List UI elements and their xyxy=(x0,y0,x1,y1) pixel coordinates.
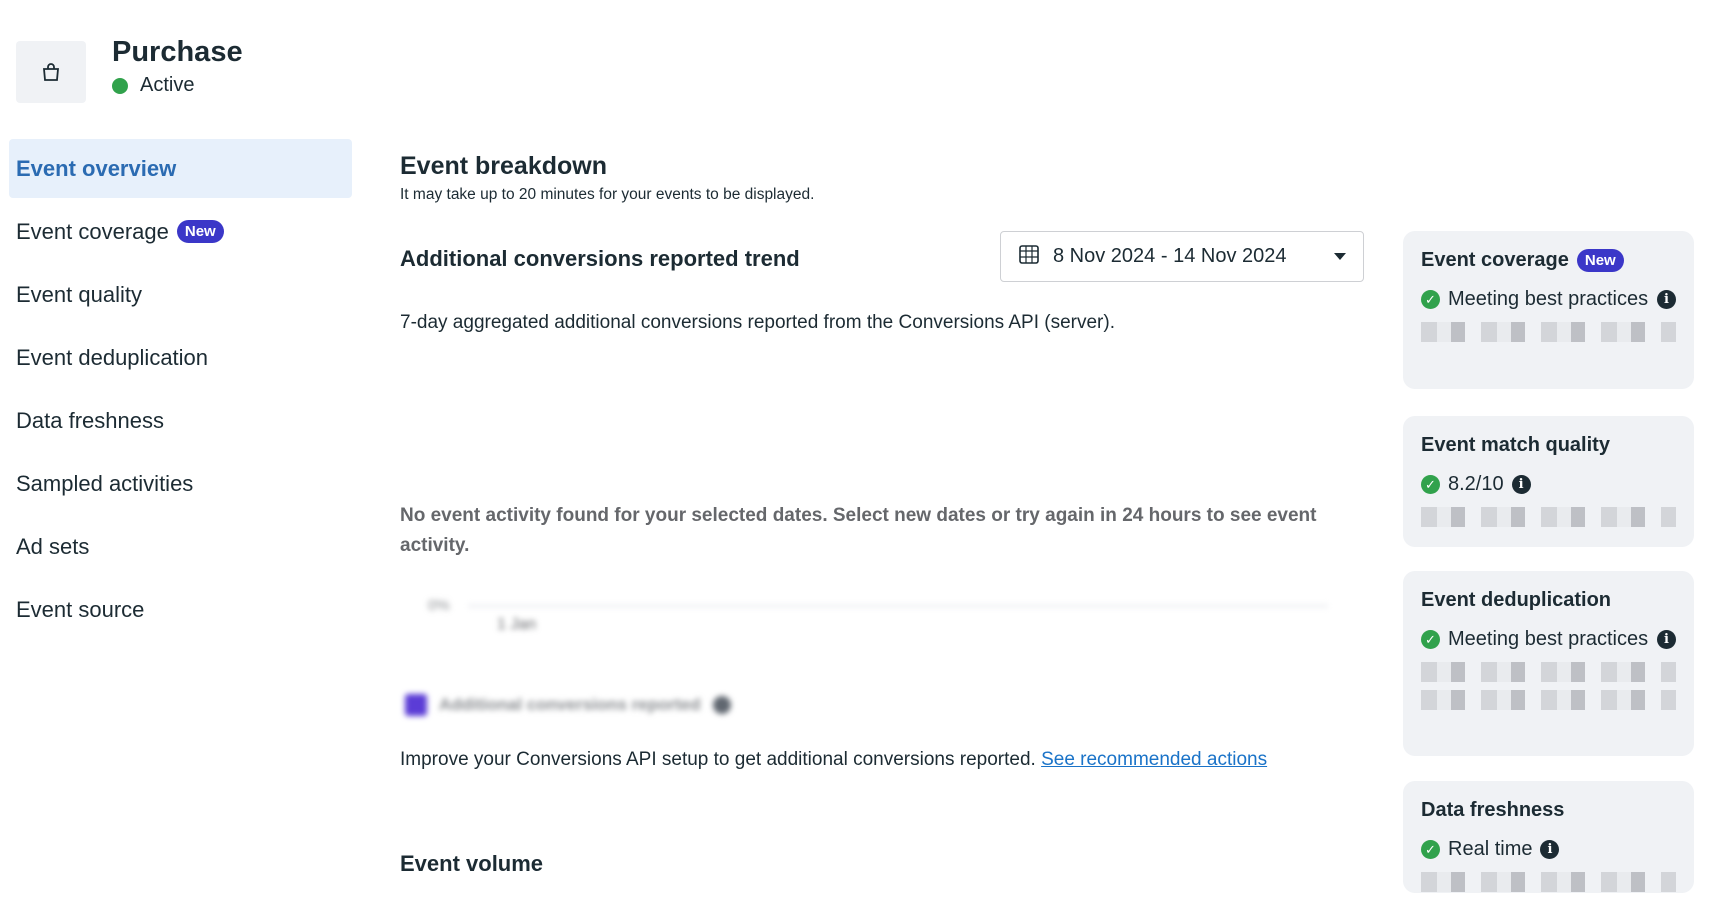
chart-legend: Additional conversions reported xyxy=(405,694,731,716)
check-circle-icon: ✓ xyxy=(1421,475,1440,494)
active-status-dot xyxy=(112,77,128,94)
trend-description: 7-day aggregated additional conversions … xyxy=(400,312,1115,333)
card-title-text: Event match quality xyxy=(1421,434,1610,456)
sidebar-item-event-coverage[interactable]: Event coverage New xyxy=(9,202,352,261)
card-event-coverage[interactable]: Event coverage New ✓ Meeting best practic… xyxy=(1403,231,1694,389)
card-status: 8.2/10 xyxy=(1448,473,1504,495)
card-status-row: ✓ 8.2/10 i xyxy=(1421,469,1676,499)
sidebar-item-label: Event deduplication xyxy=(16,344,209,370)
card-title-text: Event coverage xyxy=(1421,249,1569,271)
status-label: Active xyxy=(140,74,195,96)
check-circle-icon: ✓ xyxy=(1421,290,1440,309)
new-badge: New xyxy=(1576,249,1624,272)
sidebar-item-sampled-activities[interactable]: Sampled activities xyxy=(9,454,352,513)
date-range-picker[interactable]: 8 Nov 2024 - 14 Nov 2024 xyxy=(1000,231,1364,282)
card-event-deduplication[interactable]: Event deduplication ✓ Meeting best pract… xyxy=(1403,571,1694,756)
card-status-row: ✓ Meeting best practices i xyxy=(1421,284,1676,314)
card-status-row: ✓ Real time i xyxy=(1421,834,1676,864)
status-indicator: Active xyxy=(112,74,194,97)
card-status-row: ✓ Meeting best practices i xyxy=(1421,624,1676,654)
redacted-detail xyxy=(1421,662,1676,682)
improve-message: Improve your Conversions API setup to ge… xyxy=(400,745,1330,775)
card-status: Real time xyxy=(1448,838,1533,860)
sidebar-item-event-source[interactable]: Event source xyxy=(9,580,352,639)
sidebar-item-label: Event overview xyxy=(16,155,177,181)
empty-state-message: No event activity found for your selecte… xyxy=(400,505,1317,556)
sidebar-item-event-quality[interactable]: Event quality xyxy=(9,265,352,324)
redacted-detail xyxy=(1421,690,1676,710)
event-title: Purchase xyxy=(112,36,243,68)
card-title: Event deduplication xyxy=(1421,589,1676,612)
card-title: Event match quality xyxy=(1421,434,1676,457)
sidebar-item-data-freshness[interactable]: Data freshness xyxy=(9,391,352,450)
section-title: Event breakdown xyxy=(400,152,607,180)
info-icon xyxy=(712,696,731,714)
shopping-bag-icon xyxy=(16,41,86,103)
card-title: Data freshness xyxy=(1421,799,1676,822)
sidebar-item-label: Event quality xyxy=(16,281,142,307)
info-icon[interactable]: i xyxy=(1540,840,1560,859)
sidebar-item-event-overview[interactable]: Event overview xyxy=(9,139,352,198)
card-title: Event coverage New xyxy=(1421,249,1676,272)
event-volume-title: Event volume xyxy=(400,851,544,876)
trend-title: Additional conversions reported trend xyxy=(400,246,800,271)
card-title-text: Event deduplication xyxy=(1421,589,1612,611)
card-status: Meeting best practices xyxy=(1448,628,1649,650)
calendar-icon xyxy=(1017,242,1041,272)
chart-y-tick: 0% xyxy=(428,597,450,614)
check-circle-icon: ✓ xyxy=(1421,630,1440,649)
date-range-label: 8 Nov 2024 - 14 Nov 2024 xyxy=(1053,245,1287,267)
info-icon[interactable]: i xyxy=(1657,290,1676,309)
card-status: Meeting best practices xyxy=(1448,288,1649,310)
redacted-detail xyxy=(1421,322,1676,342)
redacted-detail xyxy=(1421,872,1676,892)
legend-label: Additional conversions reported xyxy=(439,695,701,714)
sidebar-item-label: Event source xyxy=(16,596,145,622)
sidebar-nav: Event overview Event coverage New Event q… xyxy=(9,139,352,643)
new-badge: New xyxy=(176,220,224,243)
sidebar-item-label: Sampled activities xyxy=(16,470,194,496)
card-data-freshness[interactable]: Data freshness ✓ Real time i xyxy=(1403,781,1694,893)
chart-x-tick: 1 Jan xyxy=(497,616,537,633)
legend-swatch xyxy=(405,694,427,716)
sidebar-item-label: Event coverage xyxy=(16,218,169,244)
info-icon[interactable]: i xyxy=(1511,475,1531,494)
chart-baseline xyxy=(468,605,1328,607)
check-circle-icon: ✓ xyxy=(1421,840,1440,859)
caret-down-icon xyxy=(1333,245,1347,268)
sidebar-item-event-deduplication[interactable]: Event deduplication xyxy=(9,328,352,387)
info-icon[interactable]: i xyxy=(1657,630,1676,649)
improve-text: Improve your Conversions API setup to ge… xyxy=(400,749,1036,770)
sidebar-item-ad-sets[interactable]: Ad sets xyxy=(9,517,352,576)
sidebar-item-label: Ad sets xyxy=(16,533,90,559)
see-recommended-actions-link[interactable]: See recommended actions xyxy=(1041,749,1267,770)
redacted-detail xyxy=(1421,507,1676,527)
section-subtitle: It may take up to 20 minutes for your ev… xyxy=(400,186,815,203)
sidebar-item-label: Data freshness xyxy=(16,407,164,433)
card-title-text: Data freshness xyxy=(1421,799,1565,821)
card-event-match-quality[interactable]: Event match quality ✓ 8.2/10 i xyxy=(1403,416,1694,547)
